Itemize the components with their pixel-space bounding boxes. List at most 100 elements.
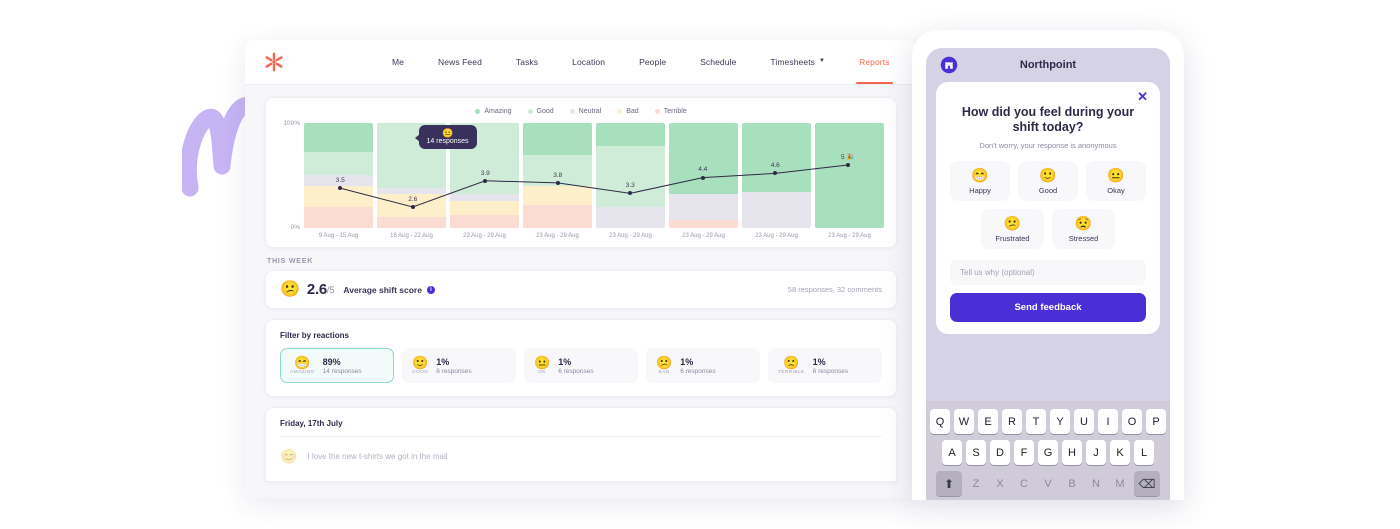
nav-item-me[interactable]: Me	[375, 40, 421, 84]
score-emoji-icon: 😕	[280, 280, 300, 298]
key-P[interactable]: P	[1146, 409, 1166, 434]
nav-item-location[interactable]: Location	[555, 40, 622, 84]
reaction-chip-amazing[interactable]: 😁 AMAZING 89% 14 responses	[280, 348, 394, 383]
key-F[interactable]: F	[1014, 440, 1034, 465]
key-C[interactable]: C	[1014, 471, 1034, 496]
asterisk-logo-icon[interactable]	[263, 51, 285, 73]
phone-title: Northpoint	[1019, 59, 1077, 71]
key-O[interactable]: O	[1122, 409, 1142, 434]
chart-data-point[interactable]	[483, 178, 488, 183]
key-Q[interactable]: Q	[930, 409, 950, 434]
chip-emoji-icon: 🙁	[783, 355, 800, 370]
chip-emoji-icon: 😁	[294, 355, 311, 370]
keyboard-row-3: ⬆ Z X C V B N M ⌫	[930, 471, 1166, 496]
chip-percent: 1%	[680, 356, 694, 367]
legend-item-amazing[interactable]: Amazing	[475, 108, 512, 115]
key-Y[interactable]: Y	[1050, 409, 1070, 434]
backspace-icon[interactable]: ⌫	[1134, 471, 1160, 496]
legend-item-bad[interactable]: Bad	[617, 108, 639, 115]
key-V[interactable]: V	[1038, 471, 1058, 496]
send-feedback-button[interactable]: Send feedback	[950, 293, 1146, 322]
store-logo-icon[interactable]	[940, 56, 958, 74]
nav-item-tasks[interactable]: Tasks	[499, 40, 555, 84]
modal-title: How did you feel during your shift today…	[961, 105, 1135, 134]
key-I[interactable]: I	[1098, 409, 1118, 434]
keyboard-row-1: QWERTYUIOP	[930, 409, 1166, 434]
mood-label: Okay	[1107, 186, 1125, 195]
reaction-chips: 😁 AMAZING 89% 14 responses 🙂 GOOD 1% 6 response…	[280, 348, 882, 383]
nav-item-news-feed[interactable]: News Feed	[421, 40, 499, 84]
chart-data-point[interactable]	[845, 163, 850, 167]
legend-swatch-icon	[654, 109, 660, 114]
nav-item-timesheets[interactable]: Timesheets ▼	[753, 40, 842, 84]
chip-category: OK	[538, 370, 546, 375]
chart-data-point[interactable]	[700, 175, 705, 180]
key-R[interactable]: R	[1002, 409, 1022, 434]
mood-option-happy[interactable]: 😁 Happy	[950, 161, 1010, 201]
comment-emoji-icon: 😊	[280, 448, 298, 464]
key-N[interactable]: N	[1086, 471, 1106, 496]
mood-options-row-1: 😁 Happy 🙂 Good 😐 Okay	[950, 161, 1146, 201]
key-L[interactable]: L	[1134, 440, 1154, 465]
chip-icon-group: 😕 BAD	[656, 356, 672, 375]
key-S[interactable]: S	[966, 440, 986, 465]
mood-options-row-2: 😕 Frustrated 😟 Stressed	[950, 209, 1146, 249]
chart-point-label: 4.6	[770, 162, 780, 170]
key-H[interactable]: H	[1062, 440, 1082, 465]
this-week-label: THIS WEEK	[267, 258, 314, 265]
chip-stats: 1% 6 responses	[436, 357, 471, 375]
chip-percent: 1%	[436, 356, 450, 367]
chart-point-label: 4.4	[698, 166, 708, 174]
key-M[interactable]: M	[1110, 471, 1130, 496]
legend-label: Neutral	[578, 108, 602, 115]
key-U[interactable]: U	[1074, 409, 1094, 434]
mood-option-okay[interactable]: 😐 Okay	[1086, 161, 1146, 201]
nav-items: Me News Feed Tasks Location People Sched…	[375, 40, 907, 84]
legend-item-neutral[interactable]: Neutral	[569, 108, 602, 115]
mood-option-stressed[interactable]: 😟 Stressed	[1052, 209, 1115, 249]
reaction-chip-terrible[interactable]: 🙁 TERRIBLE 1% 6 responses	[768, 348, 882, 383]
nav-item-reports[interactable]: Reports	[842, 40, 906, 84]
reaction-chip-good[interactable]: 🙂 GOOD 1% 6 responses	[402, 348, 516, 383]
key-X[interactable]: X	[990, 471, 1010, 496]
reaction-chip-ok[interactable]: 😐 OK 1% 6 responses	[524, 348, 638, 383]
chart-data-point[interactable]	[628, 191, 633, 196]
reaction-chip-bad[interactable]: 😕 BAD 1% 6 responses	[646, 348, 760, 383]
mood-label: Good	[1038, 186, 1058, 195]
mood-label: Stressed	[1068, 234, 1099, 243]
chip-stats: 1% 6 responses	[680, 357, 715, 375]
key-W[interactable]: W	[954, 409, 974, 434]
filter-title: Filter by reactions	[280, 331, 349, 340]
key-A[interactable]: A	[942, 440, 962, 465]
chart-point-label: 3.3	[625, 182, 635, 190]
key-E[interactable]: E	[978, 409, 998, 434]
chip-responses: 6 responses	[436, 367, 472, 375]
chart-plot-area: 3.5 2.6 3.9 3.8 3.3 4.4 4.6 5 🎉 😐 14 responses	[304, 123, 884, 228]
key-K[interactable]: K	[1110, 440, 1130, 465]
key-B[interactable]: B	[1062, 471, 1082, 496]
nav-label: Reports	[859, 57, 890, 67]
comment-text: I love the new t-shirts we got in the ma…	[307, 452, 448, 461]
info-icon[interactable]: i	[426, 285, 435, 294]
key-Z[interactable]: Z	[966, 471, 986, 496]
chart-data-point[interactable]	[555, 180, 560, 185]
nav-item-people[interactable]: People	[622, 40, 683, 84]
chart-data-point[interactable]	[410, 205, 415, 209]
legend-label: Bad	[626, 108, 639, 115]
chart-data-point[interactable]	[773, 171, 778, 176]
nav-item-schedule[interactable]: Schedule	[683, 40, 753, 84]
shift-icon[interactable]: ⬆	[936, 471, 962, 496]
mood-option-frustrated[interactable]: 😕 Frustrated	[981, 209, 1044, 249]
legend-item-terrible[interactable]: Terrible	[654, 108, 687, 115]
close-icon[interactable]: ✕	[1137, 90, 1148, 103]
list-item[interactable]: 😊 I love the new t-shirts we got in the …	[280, 437, 882, 465]
key-D[interactable]: D	[990, 440, 1010, 465]
key-G[interactable]: G	[1038, 440, 1058, 465]
key-J[interactable]: J	[1086, 440, 1106, 465]
mood-option-good[interactable]: 🙂 Good	[1018, 161, 1078, 201]
y-tick-top: 100%	[283, 120, 300, 127]
key-T[interactable]: T	[1026, 409, 1046, 434]
feedback-input[interactable]: Tell us why (optional)	[950, 260, 1146, 285]
legend-item-good[interactable]: Good	[527, 108, 554, 115]
chart-data-point[interactable]	[338, 186, 343, 191]
